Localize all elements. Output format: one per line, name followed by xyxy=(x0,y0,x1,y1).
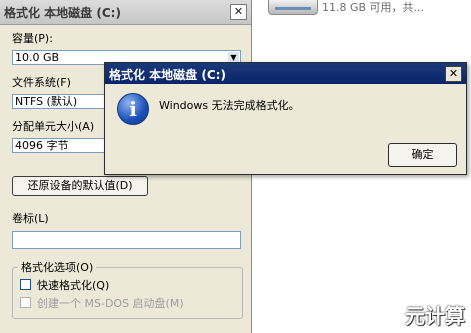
error-message: Windows 无法完成格式化。 xyxy=(159,99,300,112)
format-dialog-close-button[interactable]: ✕ xyxy=(230,4,247,20)
format-options-label: 格式化选项(O) xyxy=(18,259,97,275)
capacity-value: 10.0 GB xyxy=(15,51,60,64)
error-dialog-close-button[interactable]: ✕ xyxy=(445,66,462,82)
error-dialog-title: 格式化 本地磁盘 (C:) xyxy=(109,68,226,82)
filesystem-label: 文件系统(F) xyxy=(12,76,71,89)
drive-free-space-text: 11.8 GB 可用，共... xyxy=(322,1,425,14)
restore-defaults-button[interactable]: 还原设备的默认值(D) xyxy=(12,176,148,196)
allocation-value: 4096 字节 xyxy=(15,139,69,152)
error-dialog-titlebar[interactable]: 格式化 本地磁盘 (C:) ✕ xyxy=(105,63,466,84)
quick-format-label: 快速格式化(Q) xyxy=(37,279,110,292)
drive-icon xyxy=(268,0,318,15)
msdos-checkbox[interactable] xyxy=(20,297,31,308)
error-dialog: 格式化 本地磁盘 (C:) ✕ i Windows 无法完成格式化。 确定 xyxy=(104,62,467,175)
ok-button[interactable]: 确定 xyxy=(388,143,457,167)
capacity-label: 容量(P): xyxy=(12,32,53,45)
filesystem-value: NTFS (默认) xyxy=(15,95,78,108)
volume-label: 卷标(L) xyxy=(12,212,49,225)
allocation-label: 分配单元大小(A) xyxy=(12,120,95,133)
format-dialog-title: 格式化 本地磁盘 (C:) xyxy=(4,6,121,20)
info-icon: i xyxy=(117,93,149,125)
msdos-label: 创建一个 MS-DOS 启动盘(M) xyxy=(37,297,184,310)
quick-format-checkbox[interactable] xyxy=(20,279,31,290)
format-dialog-titlebar[interactable]: 格式化 本地磁盘 (C:) ✕ xyxy=(0,0,251,25)
volume-input[interactable] xyxy=(12,231,241,249)
watermark-text: 元计算 xyxy=(405,304,465,328)
